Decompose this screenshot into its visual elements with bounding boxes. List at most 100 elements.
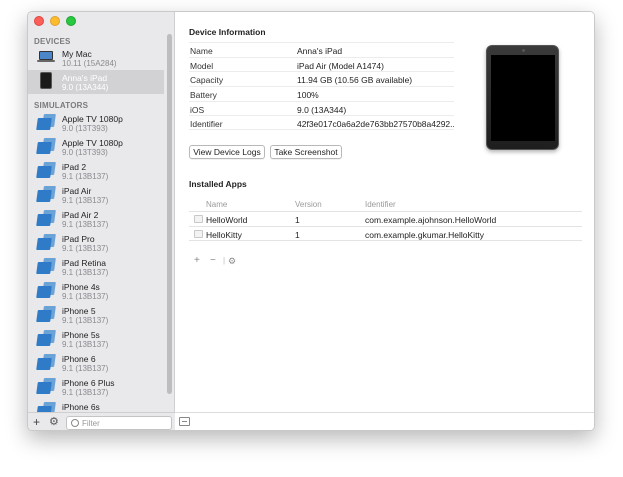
mac-icon — [39, 51, 53, 60]
column-identifier[interactable]: Identifier — [365, 200, 396, 209]
simulator-item[interactable]: iPad Air 2 9.1 (13B137) — [28, 207, 164, 231]
ipad-icon — [40, 72, 52, 89]
simulator-version: 9.1 (13B137) — [62, 268, 109, 277]
info-label: iOS — [190, 104, 205, 115]
simulator-icon — [36, 186, 56, 203]
minimize-window-button[interactable] — [50, 16, 60, 26]
devices-section-header: DEVICES — [34, 37, 71, 46]
divider: | — [223, 256, 226, 265]
simulator-icon — [36, 210, 56, 227]
view-device-logs-button[interactable]: View Device Logs — [189, 145, 265, 159]
gear-icon[interactable]: ⚙ — [49, 415, 59, 428]
sidebar: DEVICES My Mac 10.11 (15A284) Anna's iPa… — [28, 12, 175, 430]
info-label: Capacity — [190, 75, 224, 86]
simulators-section-header: SIMULATORS — [34, 101, 89, 110]
device-name: My Mac — [62, 49, 92, 59]
simulator-item[interactable]: iPhone 5s 9.1 (13B137) — [28, 327, 164, 351]
installed-apps-table: HelloWorld 1 com.example.ajohnson.HelloW… — [189, 211, 582, 241]
simulator-name: iPhone 6s — [62, 402, 100, 412]
devices-window: DEVICES My Mac 10.11 (15A284) Anna's iPa… — [27, 11, 595, 431]
app-identifier: com.example.ajohnson.HelloWorld — [365, 215, 497, 225]
ipad-device-image — [486, 45, 559, 150]
simulator-name: iPhone 5 — [62, 306, 96, 316]
simulator-item[interactable]: Apple TV 1080p 9.0 (13T393) — [28, 135, 164, 159]
simulator-version: 9.1 (13B137) — [62, 364, 109, 373]
filter-placeholder: Filter — [82, 419, 100, 428]
installed-apps-title: Installed Apps — [189, 179, 247, 189]
info-row-identifier: Identifier 42f3e017c0a6a2de763bb27570b8a… — [189, 115, 454, 131]
simulator-name: iPhone 6 — [62, 354, 96, 364]
simulator-icon — [36, 330, 56, 347]
simulator-icon — [36, 402, 56, 412]
sidebar-toolbar: + ⚙ Filter — [28, 412, 175, 430]
device-version: 9.0 (13A344) — [62, 83, 109, 92]
window-controls — [34, 16, 76, 26]
simulator-item[interactable]: iPhone 5 9.1 (13B137) — [28, 303, 164, 327]
device-information-title: Device Information — [189, 27, 266, 37]
simulator-item[interactable]: iPhone 6 9.1 (13B137) — [28, 351, 164, 375]
simulator-version: 9.1 (13B137) — [62, 220, 109, 229]
app-version: 1 — [295, 215, 300, 225]
mac-base-icon — [37, 60, 55, 62]
column-name[interactable]: Name — [206, 200, 227, 209]
scrollbar-thumb[interactable] — [167, 34, 172, 394]
simulator-item[interactable]: iPhone 6 Plus 9.1 (13B137) — [28, 375, 164, 399]
simulator-version: 9.0 (13T393) — [62, 148, 108, 157]
info-value: iPad Air (Model A1474) — [297, 60, 384, 71]
simulator-name: iPhone 5s — [62, 330, 100, 340]
console-toggle-icon[interactable] — [179, 417, 190, 426]
simulator-icon — [36, 234, 56, 251]
simulator-item[interactable]: iPhone 6s9.1 (13B137) — [28, 399, 164, 412]
camera-dot — [522, 49, 525, 52]
simulator-item[interactable]: iPad Retina 9.1 (13B137) — [28, 255, 164, 279]
info-label: Battery — [190, 90, 217, 101]
filter-icon — [71, 419, 79, 427]
simulator-icon — [36, 306, 56, 323]
remove-app-button[interactable]: − — [210, 255, 216, 266]
simulator-item[interactable]: Apple TV 1080p 9.0 (13T393) — [28, 111, 164, 135]
device-version: 10.11 (15A284) — [62, 59, 117, 68]
device-info-table: Name Anna's iPad Model iPad Air (Model A… — [189, 42, 454, 131]
simulator-item[interactable]: iPad Air 9.1 (13B137) — [28, 183, 164, 207]
table-row[interactable]: HelloWorld 1 com.example.ajohnson.HelloW… — [189, 211, 582, 226]
add-app-button[interactable]: + — [194, 255, 200, 266]
simulator-version: 9.1 (13B137) — [62, 340, 109, 349]
simulator-item[interactable]: iPhone 4s 9.1 (13B137) — [28, 279, 164, 303]
gear-icon[interactable]: ⚙ — [228, 256, 236, 267]
close-window-button[interactable] — [34, 16, 44, 26]
simulator-item[interactable]: iPad 2 9.1 (13B137) — [28, 159, 164, 183]
column-version[interactable]: Version — [295, 200, 322, 209]
info-row-model: Model iPad Air (Model A1474) — [189, 56, 454, 72]
simulator-version: 9.1 (13B137) — [62, 244, 109, 253]
app-icon — [194, 215, 203, 223]
info-label: Name — [190, 46, 213, 56]
simulator-name: iPhone 6 Plus — [62, 378, 115, 388]
simulator-name: iPad Pro — [62, 234, 95, 244]
simulator-item[interactable]: iPad Pro 9.1 (13B137) — [28, 231, 164, 255]
simulator-name: Apple TV 1080p — [62, 138, 123, 148]
info-row-name: Name Anna's iPad — [189, 42, 454, 57]
simulator-icon — [36, 378, 56, 395]
info-value: 100% — [297, 90, 319, 101]
info-label: Model — [190, 60, 214, 71]
info-row-capacity: Capacity 11.94 GB (10.56 GB available) — [189, 71, 454, 86]
sidebar-scrollbar[interactable] — [167, 32, 173, 406]
simulator-name: Apple TV 1080p — [62, 114, 123, 124]
app-version: 1 — [295, 230, 300, 240]
info-row-battery: Battery 100% — [189, 86, 454, 101]
app-icon — [194, 230, 203, 238]
simulator-version: 9.1 (13B137) — [62, 292, 109, 301]
info-row-ios: iOS 9.0 (13A344) — [189, 100, 454, 116]
device-item-annas-ipad[interactable]: Anna's iPad 9.0 (13A344) — [28, 70, 164, 94]
take-screenshot-button[interactable]: Take Screenshot — [270, 145, 342, 159]
device-item-my-mac[interactable]: My Mac 10.11 (15A284) — [28, 46, 164, 70]
filter-field[interactable]: Filter — [66, 416, 172, 430]
maximize-window-button[interactable] — [66, 16, 76, 26]
table-row[interactable]: HelloKitty 1 com.example.gkumar.HelloKit… — [189, 226, 582, 241]
simulator-list: Apple TV 1080p 9.0 (13T393) Apple TV 1080p… — [28, 111, 166, 412]
add-device-button[interactable]: + — [33, 415, 40, 429]
simulator-icon — [36, 258, 56, 275]
simulator-name: iPad Air 2 — [62, 210, 99, 220]
simulator-version: 9.1 (13B137) — [62, 388, 109, 397]
main-panel: Device Information Name Anna's iPad Mode… — [175, 12, 594, 430]
